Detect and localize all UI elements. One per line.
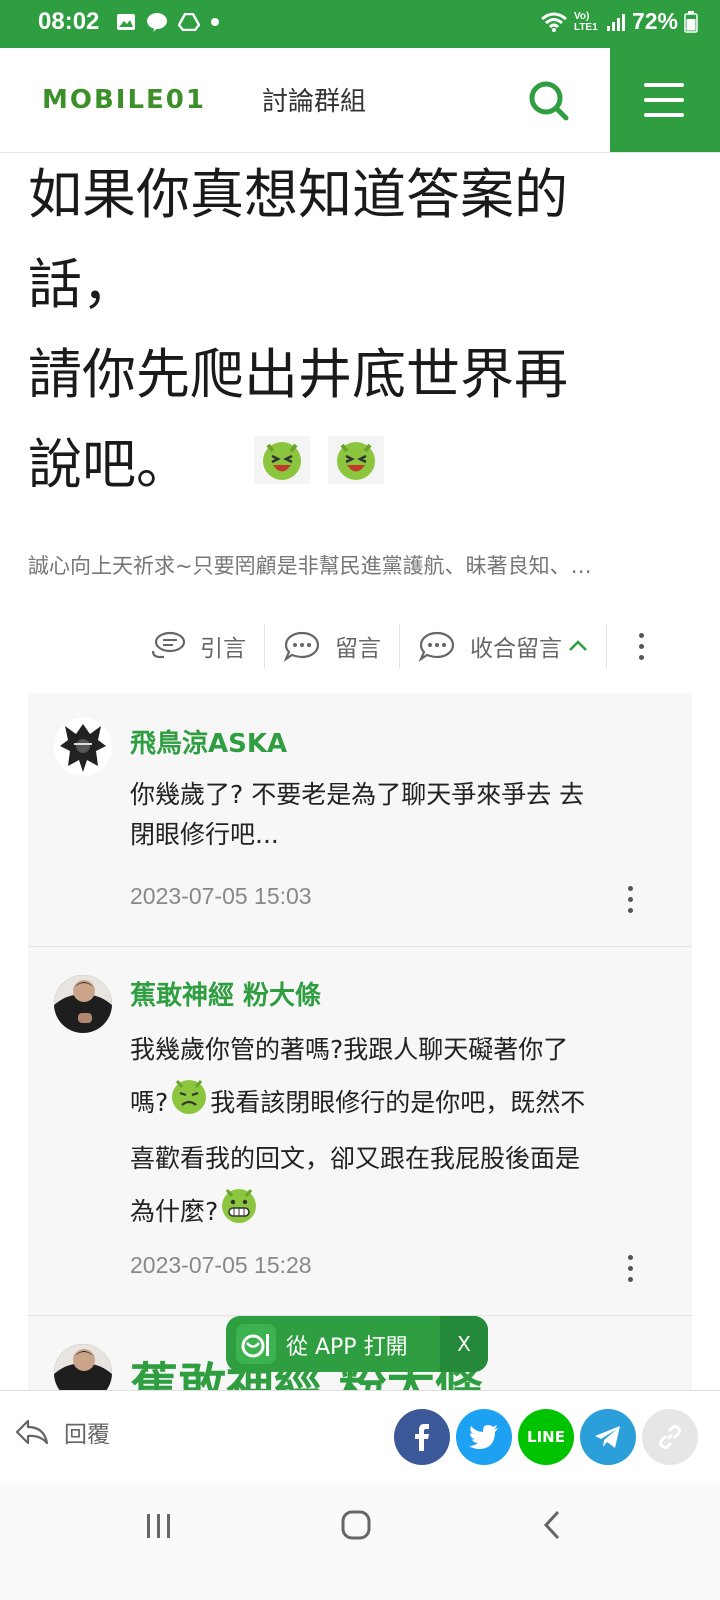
search-icon — [529, 81, 569, 121]
comment-author[interactable]: 飛鳥涼ASKA — [130, 723, 287, 760]
comment-body: 我幾歲你管的著嗎?我跟人聊天礙著你了 嗎? 我看該閉眼修行的是你吧，既然不 喜歡看… — [130, 1025, 650, 1243]
quote-button[interactable]: 引言 — [150, 624, 264, 668]
laughing-emoji-icon — [327, 423, 384, 513]
battery-icon — [684, 10, 698, 33]
telegram-share-button[interactable] — [580, 1409, 636, 1465]
comment-more-button[interactable] — [628, 886, 633, 913]
grumpy-emoji-icon — [168, 1075, 210, 1134]
comment-text: 我看該閉眼修行的是你吧，既然不 — [210, 1088, 586, 1117]
post-line: 話， — [28, 253, 136, 316]
battery-percent: 72% — [631, 8, 678, 34]
reply-label: 回覆 — [64, 1422, 110, 1448]
link-icon — [659, 1425, 681, 1449]
reply-icon — [15, 1419, 49, 1445]
more-vertical-icon — [628, 1255, 633, 1282]
network-label: Vo) LTE1 — [573, 10, 598, 33]
comments-section: 飛鳥涼ASKA 你幾歲了? 不要老是為了聊天爭來爭去 去 閉眼修行吧... 20… — [28, 693, 692, 1393]
dot-icon — [211, 18, 219, 26]
system-nav-bar — [0, 1483, 720, 1600]
status-time: 08:02 — [38, 8, 100, 35]
mobile01-app-icon — [236, 1324, 276, 1364]
comment-text: 嗎? — [130, 1088, 169, 1117]
post-line: 請你先爬出井底世界再 — [28, 343, 568, 406]
recent-apps-icon[interactable] — [144, 1511, 174, 1541]
quote-label: 引言 — [200, 636, 246, 662]
comment-bubble-icon — [418, 631, 455, 662]
menu-icon-bar — [644, 83, 684, 87]
comment-line-with-emoji: 為什麼? — [130, 1184, 650, 1243]
avatar[interactable] — [54, 1344, 112, 1393]
status-right: Vo) LTE1 72% — [540, 8, 698, 35]
site-header: MOBILE01 討論群組 — [0, 48, 720, 153]
search-button[interactable] — [522, 74, 576, 128]
collapse-label: 收合留言 — [470, 636, 562, 662]
logo-text: MOBILE01 — [42, 85, 206, 115]
menu-icon-bar — [644, 113, 684, 117]
line-share-button[interactable]: LINE — [518, 1409, 574, 1465]
facebook-share-button[interactable] — [394, 1409, 450, 1465]
comment-timestamp: 2023-07-05 15:03 — [130, 883, 312, 909]
comment-item: 飛鳥涼ASKA 你幾歲了? 不要老是為了聊天爭來爭去 去 閉眼修行吧... 20… — [28, 693, 692, 946]
twitter-icon — [469, 1425, 498, 1449]
twitter-share-button[interactable] — [456, 1409, 512, 1465]
avatar[interactable] — [54, 718, 112, 776]
post-body: 如果你真想知道答案的 話， 請你先爬出井底世界再 說吧。 — [28, 150, 688, 513]
comment-body: 你幾歲了? 不要老是為了聊天爭來爭去 去 閉眼修行吧... — [130, 771, 650, 859]
header-title[interactable]: 討論群組 — [262, 81, 366, 118]
menu-icon-bar — [644, 98, 684, 102]
comment-more-button[interactable] — [628, 1255, 633, 1282]
more-vertical-icon — [628, 886, 633, 913]
home-icon[interactable] — [340, 1509, 372, 1541]
signal-icon — [606, 13, 625, 31]
comment-line: 喜歡看我的回文，卻又跟在我屁股後面是 — [130, 1144, 581, 1173]
post-line: 說吧。 — [28, 433, 190, 496]
share-bar: 回覆 LINE — [0, 1390, 720, 1483]
comment-item: 蕉敢神經 粉大條 我幾歲你管的著嗎?我跟人聊天礙著你了 嗎? 我看該閉眼修行的是你… — [28, 947, 692, 1315]
collapse-comments-button[interactable]: 收合留言 — [399, 624, 606, 668]
post-line-last: 說吧。 — [28, 420, 688, 513]
logo-graphic: MOBILE01 — [42, 85, 206, 115]
post-signature: 誠心向上天祈求~只要罔顧是非幫民進黨護航、昧著良知、… — [28, 554, 592, 578]
comment-text: 為什麼? — [130, 1197, 219, 1226]
hamburger-menu-button[interactable] — [610, 48, 720, 152]
facebook-icon — [415, 1424, 429, 1451]
open-in-app-label: 從 APP 打開 — [286, 1335, 408, 1360]
status-bar: 08:02 Vo) LTE1 72% — [0, 0, 720, 48]
quote-icon — [151, 631, 186, 659]
more-vertical-icon — [639, 632, 644, 660]
mobile01-logo[interactable]: MOBILE01 — [42, 76, 238, 124]
comment-label: 留言 — [335, 636, 381, 662]
laughing-emoji-icon — [254, 423, 311, 513]
comment-bubble-icon — [283, 631, 320, 662]
grinning-emoji-icon — [218, 1184, 260, 1243]
notification-icons — [116, 12, 220, 32]
wifi-icon — [540, 12, 567, 32]
close-banner-button[interactable]: X — [440, 1316, 488, 1372]
comment-button[interactable]: 留言 — [264, 624, 399, 668]
more-options-button[interactable] — [606, 624, 662, 668]
comment-author[interactable]: 蕉敢神經 粉大條 — [130, 975, 321, 1012]
telegram-icon — [595, 1426, 620, 1448]
chevron-up-icon — [569, 640, 587, 651]
drive-icon — [178, 13, 200, 31]
post-action-bar: 引言 留言 收合留言 — [150, 620, 690, 672]
back-icon[interactable] — [540, 1509, 564, 1541]
gallery-icon — [117, 14, 135, 30]
comment-timestamp: 2023-07-05 15:28 — [130, 1252, 312, 1278]
open-in-app-banner[interactable]: 從 APP 打開 X — [226, 1316, 488, 1372]
avatar[interactable] — [54, 975, 112, 1033]
reply-button[interactable]: 回覆 — [14, 1415, 110, 1449]
comment-line: 我幾歲你管的著嗎?我跟人聊天礙著你了 — [130, 1035, 569, 1064]
post-line: 如果你真想知道答案的 — [28, 163, 568, 226]
copy-link-button[interactable] — [642, 1409, 698, 1465]
line-app-icon — [147, 13, 167, 32]
comment-line-with-emoji: 嗎? 我看該閉眼修行的是你吧，既然不 — [130, 1075, 650, 1134]
